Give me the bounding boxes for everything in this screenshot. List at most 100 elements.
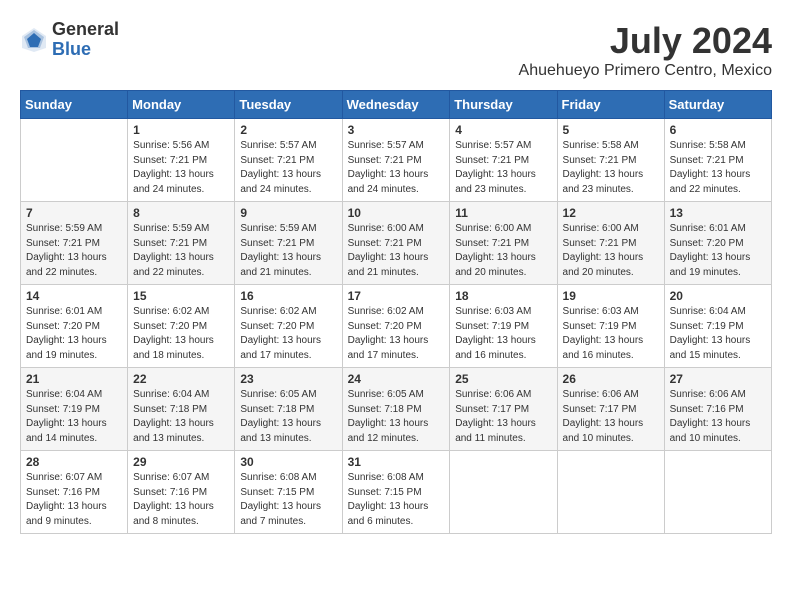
day-number: 4 bbox=[455, 123, 551, 137]
day-number: 19 bbox=[563, 289, 659, 303]
day-info: Sunrise: 6:05 AM Sunset: 7:18 PM Dayligh… bbox=[240, 388, 336, 446]
week-row-3: 14 Sunrise: 6:01 AM Sunset: 7:20 PM Dayli… bbox=[21, 285, 772, 368]
day-info: Sunrise: 6:02 AM Sunset: 7:20 PM Dayligh… bbox=[348, 305, 445, 363]
calendar-cell: 8 Sunrise: 5:59 AM Sunset: 7:21 PM Daylig… bbox=[128, 202, 235, 285]
calendar-cell: 24 Sunrise: 6:05 AM Sunset: 7:18 PM Dayli… bbox=[342, 368, 450, 451]
day-number: 14 bbox=[26, 289, 122, 303]
calendar-cell: 31 Sunrise: 6:08 AM Sunset: 7:15 PM Dayli… bbox=[342, 451, 450, 534]
calendar-cell: 20 Sunrise: 6:04 AM Sunset: 7:19 PM Dayli… bbox=[664, 285, 771, 368]
day-number: 30 bbox=[240, 455, 336, 469]
calendar-cell: 14 Sunrise: 6:01 AM Sunset: 7:20 PM Dayli… bbox=[21, 285, 128, 368]
logo-icon bbox=[20, 26, 48, 54]
day-info: Sunrise: 6:03 AM Sunset: 7:19 PM Dayligh… bbox=[563, 305, 659, 363]
day-number: 27 bbox=[670, 372, 766, 386]
day-info: Sunrise: 6:04 AM Sunset: 7:19 PM Dayligh… bbox=[670, 305, 766, 363]
header: General Blue July 2024 Ahuehueyo Primero… bbox=[20, 20, 772, 80]
day-number: 11 bbox=[455, 206, 551, 220]
calendar-cell: 10 Sunrise: 6:00 AM Sunset: 7:21 PM Dayli… bbox=[342, 202, 450, 285]
calendar-cell: 19 Sunrise: 6:03 AM Sunset: 7:19 PM Dayli… bbox=[557, 285, 664, 368]
day-number: 28 bbox=[26, 455, 122, 469]
day-info: Sunrise: 6:07 AM Sunset: 7:16 PM Dayligh… bbox=[133, 471, 229, 529]
weekday-header-monday: Monday bbox=[128, 91, 235, 119]
day-info: Sunrise: 6:01 AM Sunset: 7:20 PM Dayligh… bbox=[26, 305, 122, 363]
calendar-cell: 11Sunrise: 6:00 AM Sunset: 7:21 PM Dayli… bbox=[450, 202, 557, 285]
calendar-cell: 7 Sunrise: 5:59 AM Sunset: 7:21 PM Daylig… bbox=[21, 202, 128, 285]
day-number: 5 bbox=[563, 123, 659, 137]
day-info: Sunrise: 6:03 AM Sunset: 7:19 PM Dayligh… bbox=[455, 305, 551, 363]
day-number: 8 bbox=[133, 206, 229, 220]
day-number: 31 bbox=[348, 455, 445, 469]
logo-blue-text: Blue bbox=[52, 40, 119, 60]
day-number: 25 bbox=[455, 372, 551, 386]
calendar-table: SundayMondayTuesdayWednesdayThursdayFrid… bbox=[20, 90, 772, 534]
day-info: Sunrise: 6:04 AM Sunset: 7:18 PM Dayligh… bbox=[133, 388, 229, 446]
day-info: Sunrise: 5:57 AM Sunset: 7:21 PM Dayligh… bbox=[455, 139, 551, 197]
calendar-cell: 30Sunrise: 6:08 AM Sunset: 7:15 PM Dayli… bbox=[235, 451, 342, 534]
day-info: Sunrise: 6:00 AM Sunset: 7:21 PM Dayligh… bbox=[348, 222, 445, 280]
weekday-header-row: SundayMondayTuesdayWednesdayThursdayFrid… bbox=[21, 91, 772, 119]
week-row-4: 21Sunrise: 6:04 AM Sunset: 7:19 PM Dayli… bbox=[21, 368, 772, 451]
day-info: Sunrise: 5:59 AM Sunset: 7:21 PM Dayligh… bbox=[133, 222, 229, 280]
day-number: 2 bbox=[240, 123, 336, 137]
day-number: 10 bbox=[348, 206, 445, 220]
day-info: Sunrise: 5:57 AM Sunset: 7:21 PM Dayligh… bbox=[240, 139, 336, 197]
day-number: 21 bbox=[26, 372, 122, 386]
day-info: Sunrise: 6:02 AM Sunset: 7:20 PM Dayligh… bbox=[240, 305, 336, 363]
title-area: July 2024 Ahuehueyo Primero Centro, Mexi… bbox=[519, 20, 772, 80]
day-number: 12 bbox=[563, 206, 659, 220]
day-number: 29 bbox=[133, 455, 229, 469]
weekday-header-friday: Friday bbox=[557, 91, 664, 119]
day-number: 20 bbox=[670, 289, 766, 303]
calendar-cell: 1Sunrise: 5:56 AM Sunset: 7:21 PM Daylig… bbox=[128, 119, 235, 202]
calendar-cell bbox=[557, 451, 664, 534]
day-info: Sunrise: 5:59 AM Sunset: 7:21 PM Dayligh… bbox=[240, 222, 336, 280]
day-info: Sunrise: 5:59 AM Sunset: 7:21 PM Dayligh… bbox=[26, 222, 122, 280]
day-info: Sunrise: 6:07 AM Sunset: 7:16 PM Dayligh… bbox=[26, 471, 122, 529]
calendar-cell bbox=[450, 451, 557, 534]
logo: General Blue bbox=[20, 20, 119, 60]
day-info: Sunrise: 6:06 AM Sunset: 7:17 PM Dayligh… bbox=[563, 388, 659, 446]
weekday-header-saturday: Saturday bbox=[664, 91, 771, 119]
calendar-cell: 17Sunrise: 6:02 AM Sunset: 7:20 PM Dayli… bbox=[342, 285, 450, 368]
calendar-cell: 2 Sunrise: 5:57 AM Sunset: 7:21 PM Daylig… bbox=[235, 119, 342, 202]
day-info: Sunrise: 6:05 AM Sunset: 7:18 PM Dayligh… bbox=[348, 388, 445, 446]
day-number: 26 bbox=[563, 372, 659, 386]
weekday-header-thursday: Thursday bbox=[450, 91, 557, 119]
day-info: Sunrise: 6:06 AM Sunset: 7:17 PM Dayligh… bbox=[455, 388, 551, 446]
day-number: 22 bbox=[133, 372, 229, 386]
calendar-cell: 26 Sunrise: 6:06 AM Sunset: 7:17 PM Dayli… bbox=[557, 368, 664, 451]
day-info: Sunrise: 5:58 AM Sunset: 7:21 PM Dayligh… bbox=[670, 139, 766, 197]
day-number: 6 bbox=[670, 123, 766, 137]
weekday-header-wednesday: Wednesday bbox=[342, 91, 450, 119]
day-info: Sunrise: 6:01 AM Sunset: 7:20 PM Dayligh… bbox=[670, 222, 766, 280]
week-row-1: 1Sunrise: 5:56 AM Sunset: 7:21 PM Daylig… bbox=[21, 119, 772, 202]
day-number: 3 bbox=[348, 123, 445, 137]
day-info: Sunrise: 6:02 AM Sunset: 7:20 PM Dayligh… bbox=[133, 305, 229, 363]
day-info: Sunrise: 5:56 AM Sunset: 7:21 PM Dayligh… bbox=[133, 139, 229, 197]
calendar-cell: 27Sunrise: 6:06 AM Sunset: 7:16 PM Dayli… bbox=[664, 368, 771, 451]
month-title: July 2024 bbox=[519, 20, 772, 62]
calendar-cell: 3 Sunrise: 5:57 AM Sunset: 7:21 PM Daylig… bbox=[342, 119, 450, 202]
calendar-cell: 22 Sunrise: 6:04 AM Sunset: 7:18 PM Dayli… bbox=[128, 368, 235, 451]
calendar-cell: 5 Sunrise: 5:58 AM Sunset: 7:21 PM Daylig… bbox=[557, 119, 664, 202]
calendar-cell bbox=[21, 119, 128, 202]
weekday-header-tuesday: Tuesday bbox=[235, 91, 342, 119]
calendar-cell: 28 Sunrise: 6:07 AM Sunset: 7:16 PM Dayli… bbox=[21, 451, 128, 534]
day-number: 18 bbox=[455, 289, 551, 303]
weekday-header-sunday: Sunday bbox=[21, 91, 128, 119]
day-number: 7 bbox=[26, 206, 122, 220]
calendar-cell: 15 Sunrise: 6:02 AM Sunset: 7:20 PM Dayli… bbox=[128, 285, 235, 368]
week-row-5: 28 Sunrise: 6:07 AM Sunset: 7:16 PM Dayli… bbox=[21, 451, 772, 534]
day-number: 15 bbox=[133, 289, 229, 303]
calendar-cell: 21Sunrise: 6:04 AM Sunset: 7:19 PM Dayli… bbox=[21, 368, 128, 451]
day-number: 24 bbox=[348, 372, 445, 386]
day-info: Sunrise: 5:57 AM Sunset: 7:21 PM Dayligh… bbox=[348, 139, 445, 197]
day-info: Sunrise: 6:08 AM Sunset: 7:15 PM Dayligh… bbox=[348, 471, 445, 529]
calendar-cell: 16Sunrise: 6:02 AM Sunset: 7:20 PM Dayli… bbox=[235, 285, 342, 368]
calendar-cell: 6 Sunrise: 5:58 AM Sunset: 7:21 PM Daylig… bbox=[664, 119, 771, 202]
day-info: Sunrise: 6:00 AM Sunset: 7:21 PM Dayligh… bbox=[563, 222, 659, 280]
day-info: Sunrise: 5:58 AM Sunset: 7:21 PM Dayligh… bbox=[563, 139, 659, 197]
logo-text: General Blue bbox=[52, 20, 119, 60]
calendar-cell: 25 Sunrise: 6:06 AM Sunset: 7:17 PM Dayli… bbox=[450, 368, 557, 451]
day-number: 13 bbox=[670, 206, 766, 220]
